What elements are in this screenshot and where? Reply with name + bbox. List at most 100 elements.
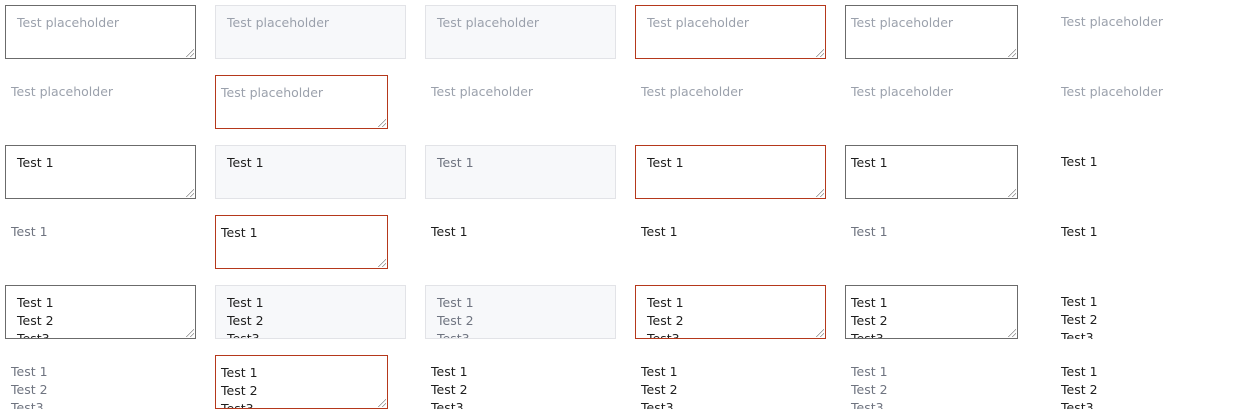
textarea-value-line: Test 1 bbox=[1061, 294, 1098, 309]
textarea-value-line: Test 1 bbox=[1061, 224, 1098, 239]
textarea-r6-c6[interactable]: Test 1 Test 2 Test3 bbox=[1055, 355, 1246, 409]
textarea-r6-c2[interactable]: Test 1 Test 2 Test3 bbox=[215, 355, 388, 409]
textarea-r3-c1[interactable]: Test 1 bbox=[5, 145, 196, 199]
textarea-value-line: Test3 bbox=[437, 331, 470, 339]
textarea-placeholder: Test placeholder bbox=[221, 85, 324, 100]
textarea-value-line: Test3 bbox=[431, 400, 464, 409]
textarea-r4-c3[interactable]: Test 1 bbox=[425, 215, 616, 269]
textarea-value-line: Test3 bbox=[641, 400, 674, 409]
textarea-r6-c3[interactable]: Test 1 Test 2 Test3 bbox=[425, 355, 616, 409]
textarea-value-line: Test 2 bbox=[437, 313, 474, 328]
textarea-value-line: Test 2 bbox=[641, 382, 678, 397]
textarea-value-line: Test 1 bbox=[437, 155, 474, 170]
textarea-value-line: Test 1 bbox=[221, 225, 258, 240]
resize-handle-icon[interactable] bbox=[1008, 49, 1016, 57]
textarea-value-line: Test 1 bbox=[221, 365, 258, 380]
textarea-r4-c5[interactable]: Test 1 bbox=[845, 215, 1036, 269]
textarea-value-line: Test 2 bbox=[1061, 312, 1098, 327]
textarea-r2-c6[interactable]: Test placeholder bbox=[1055, 75, 1246, 129]
textarea-value-line: Test3 bbox=[851, 400, 884, 409]
textarea-value-line: Test 2 bbox=[647, 313, 684, 328]
textarea-r1-c6[interactable]: Test placeholder bbox=[1055, 5, 1246, 59]
textarea-value-line: Test 1 bbox=[647, 155, 684, 170]
textarea-value-line: Test 2 bbox=[17, 313, 54, 328]
textarea-r2-c2[interactable]: Test placeholder bbox=[215, 75, 388, 129]
textarea-r4-c4[interactable]: Test 1 bbox=[635, 215, 826, 269]
resize-handle-icon[interactable] bbox=[816, 329, 824, 337]
textarea-value-line: Test 1 bbox=[431, 224, 468, 239]
resize-handle-icon[interactable] bbox=[186, 189, 194, 197]
textarea-value-line: Test 1 bbox=[851, 295, 888, 310]
textarea-value-line: Test3 bbox=[1061, 400, 1094, 409]
textarea-value-line: Test3 bbox=[1061, 330, 1094, 339]
textarea-r3-c4[interactable]: Test 1 bbox=[635, 145, 826, 199]
textarea-placeholder: Test placeholder bbox=[647, 15, 750, 30]
textarea-value-line: Test3 bbox=[11, 400, 44, 409]
textarea-r1-c3[interactable]: Test placeholder bbox=[425, 5, 616, 59]
textarea-r5-c4[interactable]: Test 1 Test 2 Test3 bbox=[635, 285, 826, 339]
textarea-value-line: Test3 bbox=[227, 331, 260, 339]
textarea-value-line: Test 1 bbox=[641, 364, 678, 379]
resize-handle-icon[interactable] bbox=[816, 49, 824, 57]
textarea-r5-c3[interactable]: Test 1 Test 2 Test3 bbox=[425, 285, 616, 339]
textarea-r6-c1[interactable]: Test 1 Test 2 Test3 bbox=[5, 355, 196, 409]
textarea-r5-c2[interactable]: Test 1 Test 2 Test3 bbox=[215, 285, 406, 339]
textarea-placeholder: Test placeholder bbox=[227, 15, 330, 30]
textarea-r2-c4[interactable]: Test placeholder bbox=[635, 75, 826, 129]
textarea-value-line: Test 1 bbox=[641, 224, 678, 239]
resize-handle-icon[interactable] bbox=[1008, 189, 1016, 197]
textarea-value-line: Test 1 bbox=[851, 364, 888, 379]
resize-handle-icon[interactable] bbox=[186, 329, 194, 337]
textarea-value-line: Test 1 bbox=[11, 224, 48, 239]
textarea-value-line: Test 1 bbox=[437, 295, 474, 310]
textarea-r6-c4[interactable]: Test 1 Test 2 Test3 bbox=[635, 355, 826, 409]
resize-handle-icon[interactable] bbox=[378, 399, 386, 407]
textarea-r1-c2[interactable]: Test placeholder bbox=[215, 5, 406, 59]
textarea-r1-c5[interactable]: Test placeholder bbox=[845, 5, 1018, 59]
textarea-r2-c3[interactable]: Test placeholder bbox=[425, 75, 616, 129]
textarea-value-line: Test 1 bbox=[851, 155, 888, 170]
textarea-r5-c5[interactable]: Test 1 Test 2 Test3 bbox=[845, 285, 1018, 339]
textarea-placeholder: Test placeholder bbox=[1061, 84, 1164, 99]
textarea-value-line: Test 1 bbox=[1061, 154, 1098, 169]
textarea-value-line: Test3 bbox=[647, 331, 680, 339]
textarea-r3-c3[interactable]: Test 1 bbox=[425, 145, 616, 199]
textarea-r4-c1[interactable]: Test 1 bbox=[5, 215, 196, 269]
resize-handle-icon[interactable] bbox=[186, 49, 194, 57]
textarea-r4-c2[interactable]: Test 1 bbox=[215, 215, 388, 269]
textarea-value-line: Test 2 bbox=[221, 383, 258, 398]
textarea-r3-c2[interactable]: Test 1 bbox=[215, 145, 406, 199]
textarea-r4-c6[interactable]: Test 1 bbox=[1055, 215, 1246, 269]
textarea-value-line: Test 1 bbox=[1061, 364, 1098, 379]
textarea-value-line: Test 1 bbox=[227, 155, 264, 170]
textarea-value-line: Test 1 bbox=[17, 295, 54, 310]
resize-handle-icon[interactable] bbox=[1008, 329, 1016, 337]
textarea-placeholder: Test placeholder bbox=[17, 15, 120, 30]
textarea-r2-c1[interactable]: Test placeholder bbox=[5, 75, 196, 129]
textarea-r1-c1[interactable]: Test placeholder bbox=[5, 5, 196, 59]
textarea-placeholder: Test placeholder bbox=[437, 15, 540, 30]
textarea-placeholder: Test placeholder bbox=[851, 84, 954, 99]
textarea-value-line: Test 2 bbox=[11, 382, 48, 397]
textarea-value-line: Test 1 bbox=[851, 224, 888, 239]
textarea-r3-c6[interactable]: Test 1 bbox=[1055, 145, 1246, 199]
textarea-value-line: Test3 bbox=[851, 331, 884, 339]
textarea-r5-c6[interactable]: Test 1 Test 2 Test3 bbox=[1055, 285, 1246, 339]
textarea-r1-c4[interactable]: Test placeholder bbox=[635, 5, 826, 59]
textarea-r2-c5[interactable]: Test placeholder bbox=[845, 75, 1036, 129]
resize-handle-icon[interactable] bbox=[378, 119, 386, 127]
textarea-value-line: Test 2 bbox=[1061, 382, 1098, 397]
textarea-r5-c1[interactable]: Test 1 Test 2 Test3 bbox=[5, 285, 196, 339]
textarea-value-line: Test 1 bbox=[17, 155, 54, 170]
textarea-r3-c5[interactable]: Test 1 bbox=[845, 145, 1018, 199]
textarea-value-line: Test 1 bbox=[647, 295, 684, 310]
textarea-value-line: Test 2 bbox=[851, 313, 888, 328]
textarea-placeholder: Test placeholder bbox=[431, 84, 534, 99]
textarea-placeholder: Test placeholder bbox=[1061, 14, 1164, 29]
textarea-placeholder: Test placeholder bbox=[851, 15, 954, 30]
resize-handle-icon[interactable] bbox=[816, 189, 824, 197]
textarea-r6-c5[interactable]: Test 1 Test 2 Test3 bbox=[845, 355, 1036, 409]
textarea-value-line: Test 2 bbox=[851, 382, 888, 397]
resize-handle-icon[interactable] bbox=[378, 259, 386, 267]
textarea-value-line: Test 1 bbox=[227, 295, 264, 310]
